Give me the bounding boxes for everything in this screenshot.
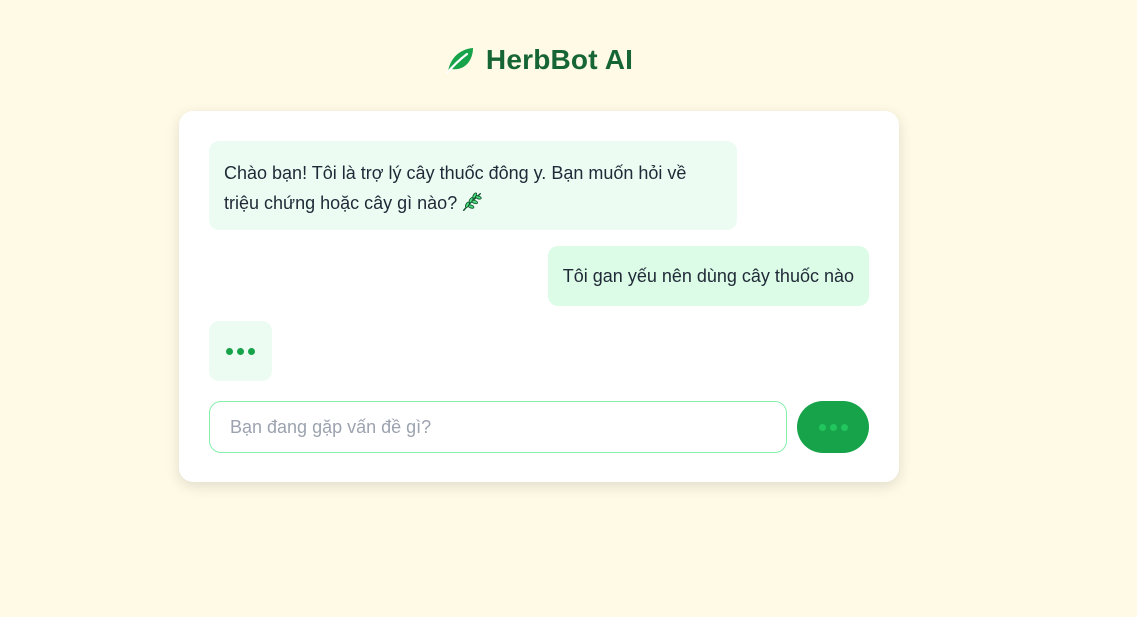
page: HerbBot AI Chào bạn! Tôi là trợ lý cây t… bbox=[0, 0, 1137, 617]
bot-message-text: Chào bạn! Tôi là trợ lý cây thuốc đông y… bbox=[224, 163, 687, 213]
herb-icon bbox=[463, 192, 482, 211]
loading-dot bbox=[840, 423, 848, 431]
typing-dot bbox=[237, 347, 244, 355]
leaf-icon bbox=[445, 48, 473, 75]
chat-card: Chào bạn! Tôi là trợ lý cây thuốc đông y… bbox=[179, 111, 899, 482]
app-header: HerbBot AI bbox=[0, 44, 1077, 76]
typing-indicator bbox=[209, 321, 272, 381]
user-message-text: Tôi gan yếu nên dùng cây thuốc nào bbox=[562, 266, 854, 286]
message-input[interactable] bbox=[209, 401, 787, 453]
loading-dot bbox=[829, 423, 837, 431]
send-button[interactable] bbox=[797, 401, 869, 453]
app-title: HerbBot AI bbox=[485, 44, 634, 75]
user-message: Tôi gan yếu nên dùng cây thuốc nào bbox=[547, 246, 869, 306]
loading-dot bbox=[818, 423, 826, 431]
typing-dot bbox=[248, 347, 255, 355]
typing-dot bbox=[226, 347, 233, 355]
bot-message: Chào bạn! Tôi là trợ lý cây thuốc đông y… bbox=[209, 141, 737, 230]
